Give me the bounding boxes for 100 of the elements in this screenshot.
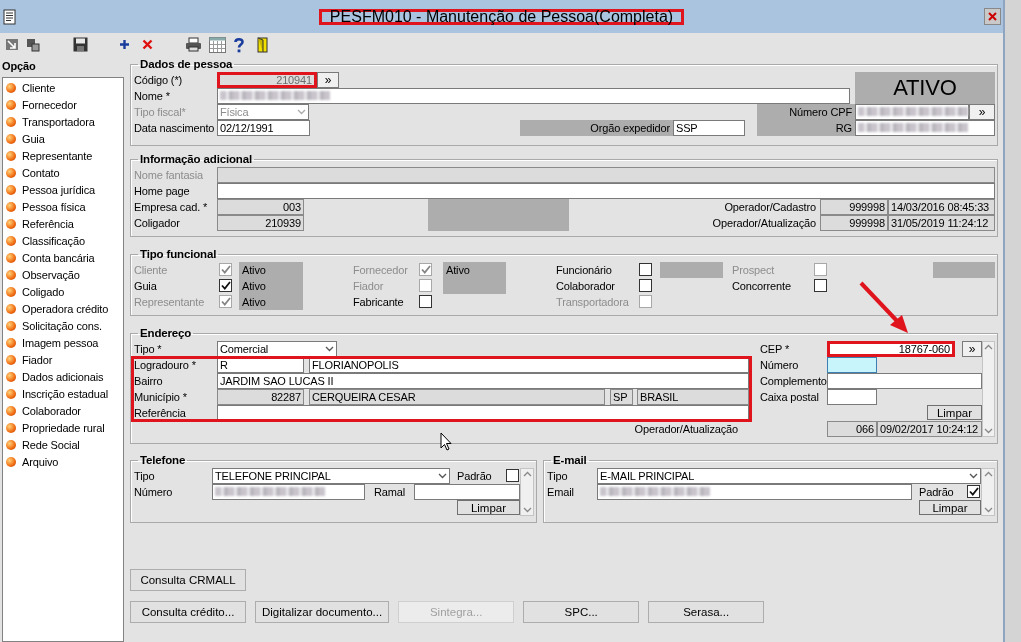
sidebar-item[interactable]: Propriedade rural [22,419,105,436]
clear-button[interactable]: Limpar [927,405,982,420]
sidebar-item[interactable]: Referência [22,215,74,232]
cross-icon[interactable] [142,39,153,50]
sidebar-item[interactable]: Coligado [22,283,65,300]
text-field[interactable]: 14/03/2016 08:45:33 [888,199,995,215]
sidebar-item[interactable]: Conta bancária [22,249,95,266]
sidebar-item[interactable]: Fornecedor [22,96,77,113]
text-field[interactable]: 003 [217,199,304,215]
status-label: ATIVO [855,72,995,104]
text-field[interactable]: 210941 [217,72,317,88]
clear-button[interactable]: Limpar [919,500,981,515]
arrow-icon[interactable] [5,38,19,51]
text-field[interactable] [597,484,912,500]
text-field[interactable]: 066 [827,421,877,437]
door-icon[interactable] [256,36,270,53]
sidebar-item[interactable]: Observação [22,266,80,283]
sidebar-item[interactable]: Rede Social [22,436,80,453]
checkbox[interactable] [506,469,519,482]
sidebar-item[interactable]: Colaborador [22,402,81,419]
text-field[interactable]: 09/02/2017 10:24:12 [877,421,982,437]
checkbox[interactable] [814,279,827,292]
text-field[interactable] [855,120,995,136]
action-button[interactable]: Serasa... [648,601,765,623]
dropdown[interactable]: E-MAIL PRINCIPAL [597,468,981,484]
scrollbar[interactable] [982,341,995,437]
text-field[interactable]: 999998 [820,215,888,231]
text-field[interactable]: 31/05/2019 11:24:12 [888,215,995,231]
text-field[interactable]: 18767-060 [827,341,955,357]
printer-icon[interactable] [185,37,202,52]
text-field[interactable]: 02/12/1991 [217,120,310,136]
close-button[interactable] [984,8,1001,25]
bullet-icon [6,371,16,382]
bullet-icon [6,422,16,433]
field-label: Email [547,485,575,500]
lookup-button[interactable]: » [317,72,339,88]
checkmark-icon [220,297,231,306]
field-label: Operador/Atualização [711,216,817,231]
sidebar-item[interactable]: Dados adicionais [22,368,104,385]
sidebar-item[interactable]: Inscrição estadual [22,385,108,402]
text-field[interactable]: 999998 [820,199,888,215]
sidebar-item[interactable]: Fiador [22,351,53,368]
checkmark-icon [420,265,431,274]
text-field[interactable] [414,484,520,500]
sidebar-item[interactable]: Transportadora [22,113,95,130]
text-field[interactable] [217,88,850,104]
text-field[interactable]: 210939 [217,215,304,231]
dropdown[interactable]: Comercial [217,341,337,357]
sidebar-item[interactable]: Arquivo [22,453,59,470]
checkbox[interactable] [419,295,432,308]
scrollbar[interactable] [981,468,995,516]
plus-icon[interactable] [119,39,130,50]
sidebar-item[interactable]: Cliente [22,79,56,96]
sidebar-item[interactable]: Pessoa jurídica [22,181,95,198]
lookup-button[interactable]: » [969,104,995,120]
grid-icon[interactable] [209,36,226,53]
sidebar-item[interactable]: Pessoa física [22,198,86,215]
windows-icon[interactable] [26,37,40,52]
help-icon[interactable] [233,36,245,53]
field-label: Tipo [547,469,569,484]
text-field[interactable] [855,104,969,120]
bullet-icon [6,99,16,110]
field-label: Complemento [760,374,827,389]
window-title: PESFM010 - Manutenção de Pessoa(Completa) [318,8,685,25]
sidebar-item[interactable]: Solicitação cons. [22,317,102,334]
chevron-down-icon [297,109,306,115]
sidebar-item[interactable]: Guia [22,130,45,147]
checkbox[interactable] [639,279,652,292]
action-button[interactable]: Consulta CRMALL [130,569,246,591]
text-field[interactable] [827,389,877,405]
lookup-button[interactable]: » [962,341,982,357]
dropdown[interactable]: TELEFONE PRINCIPAL [212,468,450,484]
text-field[interactable] [827,373,982,389]
text-field[interactable] [217,183,995,199]
text-field[interactable]: JARDIM SAO LUCAS II [217,373,749,389]
sidebar-item[interactable]: Imagem pessoa [22,334,99,351]
checkbox[interactable] [967,485,980,498]
checkbox[interactable] [639,263,652,276]
text-field[interactable] [212,484,365,500]
field-label: Data nascimento [134,121,216,136]
text-field[interactable]: CERQUEIRA CESAR [309,389,605,405]
action-button[interactable]: SPC... [523,601,640,623]
field-label: Referência [134,406,187,421]
checkbox[interactable] [219,279,232,292]
text-field[interactable]: BRASIL [637,389,749,405]
text-field[interactable]: SSP [673,120,745,136]
clear-button[interactable]: Limpar [457,500,520,515]
sidebar-item[interactable]: Operadora crédito [22,300,109,317]
text-field[interactable] [827,357,877,373]
sidebar-item[interactable]: Contato [22,164,60,181]
sidebar-item[interactable]: Classificação [22,232,85,249]
text-field[interactable]: SP [610,389,633,405]
save-icon[interactable] [73,37,88,52]
scrollbar[interactable] [520,468,534,516]
sidebar-item[interactable]: Representante [22,147,93,164]
text-field[interactable]: 82287 [217,389,304,405]
field-label: Nome fantasia [134,168,204,183]
action-button[interactable]: Digitalizar documento... [255,601,390,623]
action-button[interactable]: Consulta crédito... [130,601,246,623]
group-title: Telefone [139,454,187,467]
